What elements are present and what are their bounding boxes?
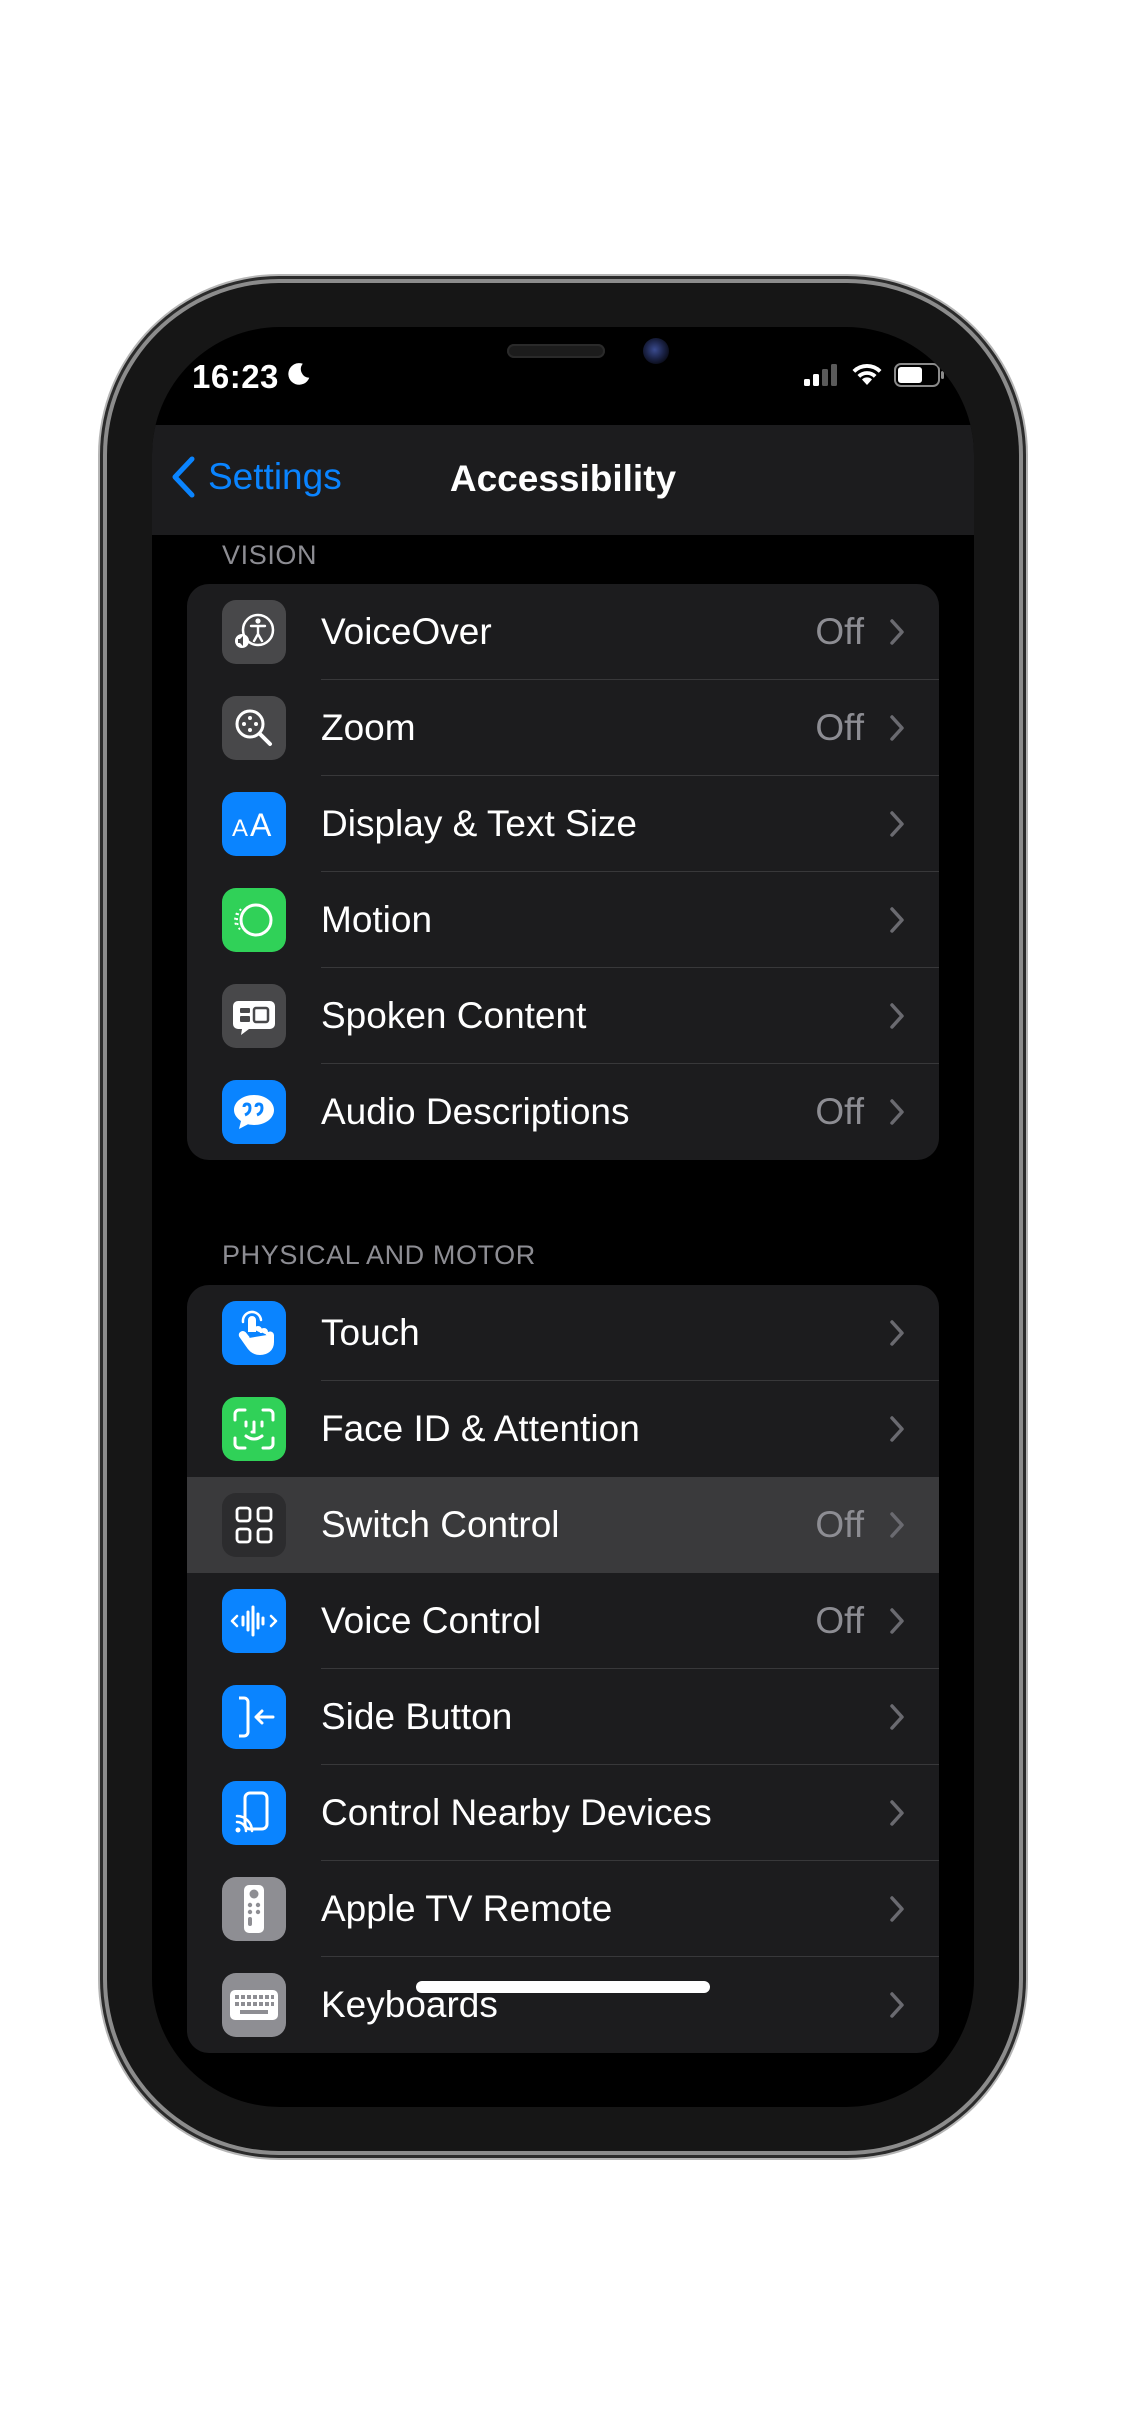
row-label: Touch: [321, 1312, 420, 1353]
row-label: Display & Text Size: [321, 803, 637, 844]
touch-icon: [222, 1301, 286, 1365]
wifi-icon: [852, 363, 882, 385]
row-touch[interactable]: Touch: [187, 1285, 939, 1381]
focus-moon-icon: [288, 363, 310, 385]
row-label: Apple TV Remote: [321, 1888, 613, 1929]
row-label: Zoom: [321, 707, 416, 748]
chevron-right-icon: [890, 1003, 904, 1029]
battery-icon: [894, 363, 944, 387]
front-camera: [643, 338, 669, 364]
earpiece-speaker: [507, 344, 605, 358]
svg-text:A: A: [250, 807, 272, 843]
row-display-text-size[interactable]: A A Display & Text Size: [187, 776, 939, 872]
chevron-right-icon: [890, 1099, 904, 1125]
section-header-physical-motor: PHYSICAL AND MOTOR: [222, 1240, 536, 1270]
chevron-right-icon: [890, 619, 904, 645]
row-zoom[interactable]: Zoom Off: [187, 680, 939, 776]
screen: 16:23 Settings Accessibility VISION Voic…: [152, 327, 974, 2107]
status-indicators: [804, 363, 946, 387]
row-label: Side Button: [321, 1696, 513, 1737]
row-apple-tv-remote[interactable]: Apple TV Remote: [187, 1861, 939, 1957]
chevron-right-icon: [890, 1320, 904, 1346]
voiceover-icon: [222, 600, 286, 664]
home-indicator[interactable]: [416, 1981, 710, 1993]
row-value: Off: [815, 1091, 864, 1132]
section-header-vision: VISION: [222, 540, 318, 570]
tv-remote-icon: [222, 1877, 286, 1941]
chevron-right-icon: [890, 1416, 904, 1442]
side-button-icon: [222, 1685, 286, 1749]
chevron-right-icon: [890, 1800, 904, 1826]
voice-control-icon: [222, 1589, 286, 1653]
chevron-right-icon: [890, 715, 904, 741]
page-title: Accessibility: [449, 458, 677, 499]
row-control-nearby-devices[interactable]: Control Nearby Devices: [187, 1765, 939, 1861]
vision-group: VoiceOver Off Zoom Off A A Display & Tex…: [187, 584, 939, 1160]
status-time: 16:23: [192, 358, 279, 395]
row-side-button[interactable]: Side Button: [187, 1669, 939, 1765]
mute-switch: [99, 582, 107, 644]
row-label: Face ID & Attention: [321, 1408, 640, 1449]
motion-icon: [222, 888, 286, 952]
chevron-right-icon: [890, 1704, 904, 1730]
row-label: VoiceOver: [321, 611, 492, 652]
volume-down-button: [99, 893, 107, 1023]
switch-control-icon: [222, 1493, 286, 1557]
text-size-icon: A A: [222, 792, 286, 856]
nearby-devices-icon: [222, 1781, 286, 1845]
svg-text:A: A: [232, 815, 248, 842]
audio-descriptions-icon: [222, 1080, 286, 1144]
row-value: Off: [815, 611, 864, 652]
row-value: Off: [815, 707, 864, 748]
row-value: Off: [815, 1600, 864, 1641]
row-label: Voice Control: [321, 1600, 542, 1641]
keyboard-icon: [222, 1973, 286, 2037]
row-label: Audio Descriptions: [321, 1091, 630, 1132]
volume-up-button: [99, 718, 107, 848]
row-label: Motion: [321, 899, 433, 940]
chevron-right-icon: [890, 1608, 904, 1634]
spoken-content-icon: [222, 984, 286, 1048]
notch: [343, 327, 783, 395]
navigation-bar: Settings Accessibility: [152, 425, 974, 535]
row-audio-descriptions[interactable]: Audio Descriptions Off: [187, 1064, 939, 1160]
physical-motor-group: Touch Face ID & Attention Switch Control…: [187, 1285, 939, 2053]
row-value: Off: [815, 1504, 864, 1545]
row-label: Spoken Content: [321, 995, 587, 1036]
row-motion[interactable]: Motion: [187, 872, 939, 968]
row-label: Control Nearby Devices: [321, 1792, 712, 1833]
row-keyboards[interactable]: Keyboards: [187, 1957, 939, 2053]
zoom-icon: [222, 696, 286, 760]
row-voice-control[interactable]: Voice Control Off: [187, 1573, 939, 1669]
row-label: Switch Control: [321, 1504, 560, 1545]
cellular-signal-icon: [804, 364, 837, 386]
chevron-right-icon: [890, 907, 904, 933]
row-face-id-attention[interactable]: Face ID & Attention: [187, 1381, 939, 1477]
row-voiceover[interactable]: VoiceOver Off: [187, 584, 939, 680]
power-button: [1018, 762, 1026, 980]
chevron-right-icon: [890, 1992, 904, 2018]
face-id-icon: [222, 1397, 286, 1461]
chevron-right-icon: [890, 1512, 904, 1538]
chevron-right-icon: [890, 811, 904, 837]
chevron-right-icon: [890, 1896, 904, 1922]
row-switch-control[interactable]: Switch Control Off: [187, 1477, 939, 1573]
row-spoken-content[interactable]: Spoken Content: [187, 968, 939, 1064]
